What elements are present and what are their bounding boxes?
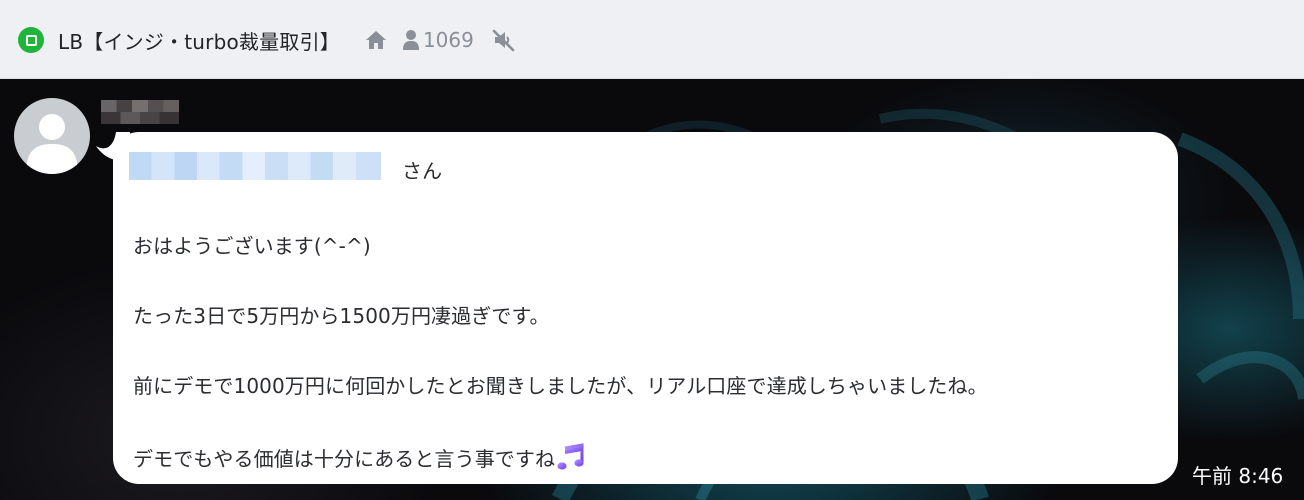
home-icon[interactable] — [364, 28, 388, 52]
message-timestamp: 午前 8:46 — [1192, 464, 1284, 488]
member-count: 1069 — [422, 28, 474, 52]
chat-header-row: LB【インジ・turbo裁量取引】 1069 — [18, 25, 518, 55]
openchat-square-icon — [18, 27, 44, 53]
message-line: たった3日で5万円から1500万円凄過ぎです。 — [133, 304, 550, 328]
member-count-group[interactable]: 1069 — [402, 28, 474, 52]
mention-suffix: さん — [402, 159, 443, 183]
chat-title[interactable]: LB【インジ・turbo裁量取引】 — [58, 26, 340, 55]
sender-name-redacted — [101, 100, 179, 124]
default-avatar-icon[interactable] — [14, 98, 90, 174]
chat-header: LB【インジ・turbo裁量取引】 1069 — [0, 0, 1304, 79]
person-icon — [402, 28, 420, 52]
message-line: 前にデモで1000万円に何回かしたとお聞きしましたが、リアル口座で達成しちゃいま… — [133, 374, 988, 398]
speaker-muted-icon[interactable] — [490, 26, 518, 54]
message-line: おはようございます(^-^) — [133, 234, 371, 258]
message-line: デモでもやる価値は十分にあると言う事ですね — [133, 447, 556, 471]
mention-redacted — [129, 152, 381, 180]
message-last-line: デモでもやる価値は十分にあると言う事ですね — [133, 442, 586, 472]
music-notes-icon — [556, 442, 586, 472]
